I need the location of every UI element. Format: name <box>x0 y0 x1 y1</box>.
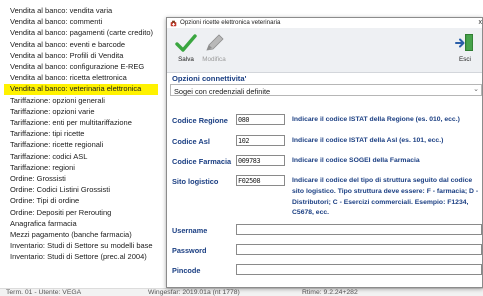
menu-item[interactable]: Vendita al banco: commenti <box>4 17 102 28</box>
menu-item[interactable]: Ordine: Grossisti <box>4 174 66 185</box>
sito-field[interactable]: F02508 <box>236 175 285 186</box>
dialog-toolbar: Salva Modifica Esci <box>167 28 482 73</box>
exit-label: Esci <box>459 56 471 63</box>
menu-item[interactable]: Vendita al banco: pagamenti (carte credi… <box>4 28 153 39</box>
menu-item[interactable]: Tariffazione: codici ASL <box>4 152 87 163</box>
dialog-title: Opzioni ricette elettronica veterinaria <box>180 19 281 26</box>
sito-value: F02508 <box>238 177 261 185</box>
status-bar: Term. 01 - Utente: VEGA Wingesfar: 2019.… <box>0 288 483 296</box>
menu-item[interactable]: Vendita al banco: Profili di Vendita <box>4 51 123 62</box>
menu-item[interactable]: Mezzi pagamento (banche farmacia) <box>4 230 132 241</box>
status-runtime: Rtime: 9.2.24+282 <box>302 289 358 296</box>
farmacia-field[interactable]: 009783 <box>236 155 285 166</box>
menu-item[interactable]: Tariffazione: tipi ricette <box>4 129 84 140</box>
connection-mode-select[interactable]: Sogei con credenziali definite ⌄ <box>170 84 482 96</box>
connection-mode-value: Sogei con credenziali definite <box>174 86 271 96</box>
menu-item[interactable]: Tariffazione: opzioni varie <box>4 107 95 118</box>
pincode-input[interactable] <box>236 264 482 275</box>
menu-item[interactable]: Ordine: Depositi per Rerouting <box>4 208 111 219</box>
username-input[interactable] <box>236 224 482 235</box>
asl-hint: Indicare il codice ISTAT della Asl (es. … <box>292 137 444 144</box>
regione-field[interactable]: 080 <box>236 114 285 125</box>
regione-hint: Indicare il codice ISTAT della Regione (… <box>292 116 460 123</box>
menu-item[interactable]: Vendita al banco: configurazione E-REG <box>4 62 144 73</box>
asl-value: 102 <box>238 137 250 145</box>
save-label: Salva <box>178 56 194 63</box>
sito-hint: Indicare il codice del tipo di struttura… <box>292 177 479 217</box>
menu-item[interactable]: Anagrafica farmacia <box>4 219 77 230</box>
dialog-title-bar[interactable]: Opzioni ricette elettronica veterinaria … <box>167 18 482 28</box>
menu-item[interactable]: Tariffazione: regioni <box>4 163 75 174</box>
close-button[interactable]: x <box>479 18 483 27</box>
exit-door-icon <box>455 34 473 51</box>
save-button[interactable]: Salva <box>172 30 200 70</box>
chevron-down-icon[interactable]: ⌄ <box>473 85 479 93</box>
password-label: Password <box>172 246 207 255</box>
password-input[interactable] <box>236 244 482 255</box>
status-terminal-user: Term. 01 - Utente: VEGA <box>6 289 82 296</box>
vet-options-dialog: Opzioni ricette elettronica veterinaria … <box>166 17 483 288</box>
sito-label: Sito logistico <box>172 177 219 186</box>
status-version: Wingesfar: 2019.01a (nt 1778) <box>148 289 240 296</box>
farmacia-hint: Indicare il codice SOGEI della Farmacia <box>292 157 420 164</box>
menu-item-selected[interactable]: Vendita al banco: veterinaria elettronic… <box>4 84 158 95</box>
menu-item[interactable]: Vendita al banco: vendita varia <box>4 6 112 17</box>
checkmark-icon <box>175 34 197 52</box>
edit-label: Modifica <box>202 56 226 63</box>
exit-button[interactable]: Esci <box>451 30 479 70</box>
menu-item[interactable]: Tariffazione: opzioni generali <box>4 96 105 107</box>
pincode-label: Pincode <box>172 266 201 275</box>
asl-field[interactable]: 102 <box>236 135 285 146</box>
menu-item[interactable]: Vendita al banco: ricetta elettronica <box>4 73 127 84</box>
pencil-icon <box>206 34 224 51</box>
username-label: Username <box>172 226 208 235</box>
menu-item[interactable]: Tariffazione: ricette regionali <box>4 140 103 151</box>
farmacia-label: Codice Farmacia <box>172 157 232 166</box>
menu-item[interactable]: Ordine: Codici Listini Grossisti <box>4 185 110 196</box>
asl-label: Codice Asl <box>172 137 210 146</box>
options-menu-list: Vendita al banco: vendita varia Vendita … <box>0 0 170 290</box>
regione-label: Codice Regione <box>172 116 228 125</box>
vet-prescription-icon <box>170 20 177 26</box>
menu-item[interactable]: Vendita al banco: eventi e barcode <box>4 40 125 51</box>
menu-item[interactable]: Inventario: Studi di Settore su modelli … <box>4 241 153 252</box>
menu-item[interactable]: Inventario: Studi di Settore (prec.al 20… <box>4 252 147 263</box>
menu-item[interactable]: Tariffazione: enti per multitariffazione <box>4 118 132 129</box>
edit-button[interactable]: Modifica <box>200 30 228 70</box>
regione-value: 080 <box>238 116 250 124</box>
menu-item[interactable]: Ordine: Tipi di ordine <box>4 196 79 207</box>
farmacia-value: 009783 <box>238 157 261 165</box>
connectivity-section-title: Opzioni connettivita' <box>172 74 247 83</box>
